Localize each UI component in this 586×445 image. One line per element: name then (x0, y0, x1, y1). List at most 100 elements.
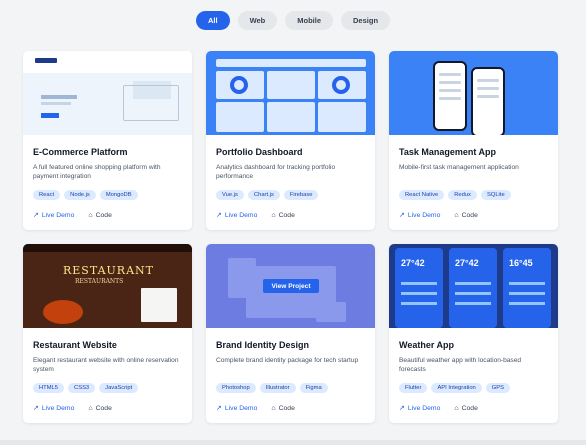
code-label: Code (95, 211, 112, 219)
live-demo-link[interactable]: ↗ Live Demo (216, 404, 257, 413)
tag: React (33, 190, 61, 200)
thumb-logo (35, 58, 57, 63)
live-demo-label: Live Demo (41, 404, 75, 412)
filter-design[interactable]: Design (341, 11, 391, 30)
thumb-panel (318, 102, 366, 132)
code-link[interactable]: ⌂ Code (88, 211, 111, 219)
thumb-temperature: 16°45 (509, 258, 533, 268)
project-thumbnail[interactable]: View Project (206, 244, 375, 328)
live-demo-link[interactable]: ↗ Live Demo (216, 211, 258, 220)
live-demo-link[interactable]: ↗ Live Demo (399, 404, 441, 413)
thumb-row (509, 302, 545, 305)
tag: Node.js (64, 190, 96, 200)
thumb-row (509, 292, 545, 295)
external-link-icon: ↗ (216, 212, 222, 219)
code-link[interactable]: ⌂ Code (88, 404, 111, 412)
code-label: Code (278, 211, 295, 219)
filter-web[interactable]: Web (237, 11, 278, 30)
tag-list: Photoshop Illustrator Figma (216, 383, 365, 393)
live-demo-label: Live Demo (224, 211, 258, 219)
thumb-row (439, 97, 461, 100)
tag: Chart.js (247, 190, 280, 200)
thumb-row (439, 81, 461, 84)
thumb-phone: 27°42 (395, 248, 443, 328)
tag: JavaScript (99, 383, 139, 393)
filter-all[interactable]: All (195, 11, 230, 30)
card-body: Weather App Beautiful weather app with l… (389, 328, 558, 412)
project-description: A full featured online shopping platform… (33, 164, 161, 181)
bottom-divider (0, 440, 586, 445)
external-link-icon: ↗ (399, 405, 405, 412)
external-link-icon: ↗ (33, 212, 39, 219)
project-description: Beautiful weather app with location-base… (399, 357, 522, 374)
code-link[interactable]: ⌂ Code (454, 404, 477, 412)
card-body: E-Commerce Platform A full featured onli… (23, 135, 192, 219)
thumb-row (401, 292, 437, 295)
thumb-panel (216, 102, 264, 132)
live-demo-link[interactable]: ↗ Live Demo (399, 211, 440, 220)
code-label: Code (278, 404, 295, 412)
thumb-ring (230, 76, 248, 94)
thumb-reservation-form (141, 288, 177, 322)
tag-list: HTML5 CSS3 JavaScript (33, 383, 182, 393)
thumb-row (477, 95, 499, 98)
thumb-row (439, 73, 461, 76)
card-actions: ↗ Live Demo ⌂ Code (33, 404, 182, 413)
project-title: Weather App (399, 340, 455, 350)
code-label: Code (461, 211, 478, 219)
thumb-phone: 16°45 (503, 248, 551, 328)
thumb-panel (267, 71, 315, 99)
code-icon: ⌂ (88, 211, 93, 219)
code-link[interactable]: ⌂ Code (454, 211, 477, 219)
thumb-row (455, 282, 491, 285)
code-icon: ⌂ (454, 211, 459, 219)
thumb-phone (433, 61, 467, 131)
project-thumbnail[interactable] (206, 51, 375, 135)
project-thumbnail[interactable] (389, 51, 558, 135)
thumb-shape (316, 302, 346, 322)
project-thumbnail[interactable]: RESTAURANT RESTAURANTS (23, 244, 192, 328)
tag-list: React Node.js MongoDB (33, 190, 182, 200)
code-label: Code (461, 404, 478, 412)
project-thumbnail[interactable] (23, 51, 192, 135)
project-card: RESTAURANT RESTAURANTS Restaurant Websit… (23, 244, 192, 423)
view-project-button[interactable]: View Project (263, 279, 319, 293)
project-card: 27°42 27°42 16°45 Weather App Beautiful … (389, 244, 558, 423)
live-demo-label: Live Demo (407, 404, 441, 412)
card-body: Brand Identity Design Complete brand ide… (206, 328, 375, 412)
project-title: Portfolio Dashboard (216, 147, 303, 157)
filter-bar: All Web Mobile Design (0, 11, 586, 30)
project-title: Restaurant Website (33, 340, 117, 350)
code-link[interactable]: ⌂ Code (271, 211, 294, 219)
thumb-row (439, 89, 461, 92)
live-demo-link[interactable]: ↗ Live Demo (33, 211, 75, 220)
thumb-button (41, 113, 59, 118)
thumb-row (477, 79, 499, 82)
project-card: Task Management App Mobile-first task ma… (389, 51, 558, 230)
tag-list: Flutter API Integration GPS (399, 383, 548, 393)
tag: SQLite (480, 190, 511, 200)
live-demo-label: Live Demo (41, 211, 75, 219)
thumb-phone (471, 67, 505, 135)
thumb-heading: RESTAURANT (63, 264, 154, 277)
tag: MongoDB (99, 190, 138, 200)
project-title: E-Commerce Platform (33, 147, 128, 157)
card-actions: ↗ Live Demo ⌂ Code (33, 211, 182, 220)
cart-icon (123, 85, 179, 121)
thumb-row (509, 282, 545, 285)
project-thumbnail[interactable]: 27°42 27°42 16°45 (389, 244, 558, 328)
card-actions: ↗ Live Demo ⌂ Code (216, 404, 365, 413)
thumb-temperature: 27°42 (455, 258, 479, 268)
live-demo-link[interactable]: ↗ Live Demo (33, 404, 75, 413)
code-label: Code (95, 404, 112, 412)
filter-mobile[interactable]: Mobile (285, 11, 334, 30)
thumb-row (477, 87, 499, 90)
thumb-line (41, 102, 71, 105)
card-actions: ↗ Live Demo ⌂ Code (216, 211, 365, 220)
project-card: Portfolio Dashboard Analytics dashboard … (206, 51, 375, 230)
tag: GPS (485, 383, 511, 393)
code-link[interactable]: ⌂ Code (271, 404, 294, 412)
thumb-subheading: RESTAURANTS (75, 278, 124, 285)
external-link-icon: ↗ (33, 405, 39, 412)
tag: Vue.js (216, 190, 244, 200)
